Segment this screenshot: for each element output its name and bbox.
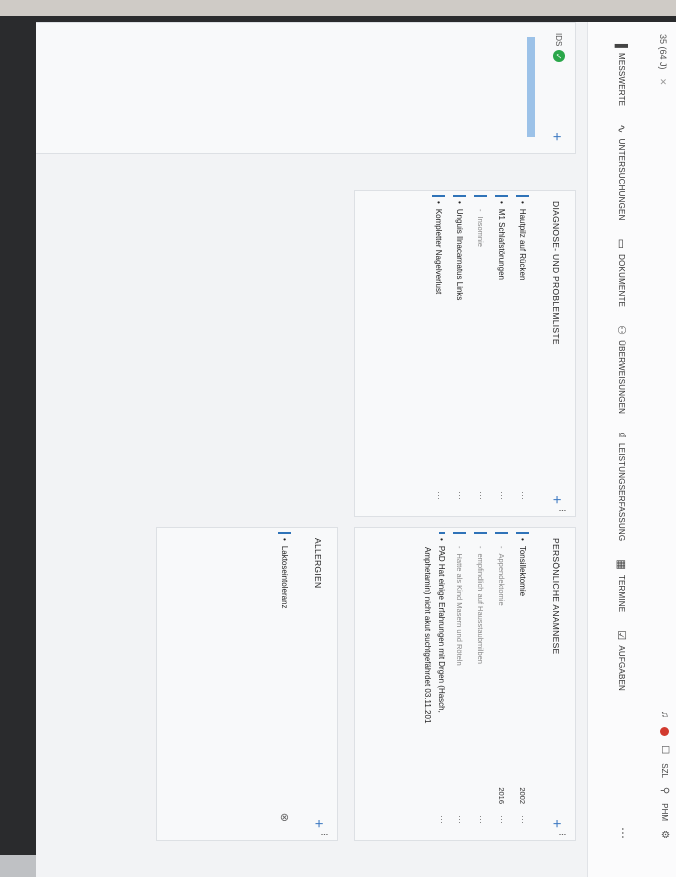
list-item[interactable]: - Insomnie ⋯ xyxy=(470,195,491,506)
settings-icon[interactable]: ⚙ xyxy=(659,830,670,839)
user-icon[interactable]: ⚲ xyxy=(659,787,670,794)
panel-title: PERSÖNLICHE ANAMNESE xyxy=(551,538,561,655)
referral-icon: ⚇ xyxy=(615,325,627,336)
row-menu-icon: ⋯ xyxy=(455,491,465,500)
chart-icon: ▐ xyxy=(615,40,628,48)
add-icon[interactable]: + xyxy=(548,819,565,828)
list-item[interactable]: • Unguis Ilnacarnatus Links ⋯ xyxy=(449,195,470,506)
monitor-screen: 35 (64 J) ✕ ♫ ☐ SZL ⚲ PHM ⚙ ▐ MESSWERTE … xyxy=(36,22,676,877)
list-item[interactable]: • Laktoseintoleranz ⊗ xyxy=(274,532,295,830)
nav-label: TERMINE xyxy=(617,574,626,613)
tasks-icon: ☑ xyxy=(615,630,627,641)
pulse-icon: ∿ xyxy=(615,124,627,134)
row-menu-icon: ⋯ xyxy=(437,815,448,824)
user-name: PHM xyxy=(660,803,669,822)
link-icon[interactable]: ⊗ xyxy=(278,813,291,822)
close-icon[interactable]: ✕ xyxy=(658,78,668,86)
row-menu-icon: ⋯ xyxy=(518,491,528,500)
row-menu-icon: ⋯ xyxy=(497,491,507,500)
patient-tab[interactable]: 35 (64 J) ✕ xyxy=(657,34,668,86)
list-item[interactable]: - empfindlich auf Hausstaubmilben ⋯ xyxy=(470,532,491,830)
nav-label: MESSWERTE xyxy=(617,53,626,107)
nav-label: UNTERSUCHUNGEN xyxy=(617,138,626,221)
calendar-icon: ▦ xyxy=(615,559,627,570)
diagnose-list: • Hautpilz auf Rücken ⋯ • M1 Schlafstörunge… xyxy=(428,195,533,506)
left-panel: IDS ✓ + xyxy=(36,22,576,154)
nav-label: AUFGABEN xyxy=(617,645,626,691)
menu-dots-icon[interactable]: ⁝ xyxy=(318,833,329,836)
row-menu-icon: ⋯ xyxy=(455,815,465,824)
check-icon: ✓ xyxy=(553,50,565,63)
background-wall xyxy=(0,0,676,16)
list-item[interactable]: • Kompletter Nagelverlust ⋯ xyxy=(428,195,449,506)
add-icon[interactable]: + xyxy=(310,819,327,828)
nav-label: DOKUMENTE xyxy=(617,254,626,308)
menu-dots-icon[interactable]: ⁝ xyxy=(556,833,567,836)
nav-messwerte[interactable]: ▐ MESSWERTE xyxy=(615,40,628,106)
document-icon: ▭ xyxy=(615,238,627,250)
panel-title: DIAGNOSE- UND PROBLEMLISTE xyxy=(551,201,561,345)
panel-title: ALLERGIEN xyxy=(313,538,323,589)
nav-termine[interactable]: ▦ TERMINE xyxy=(615,559,628,612)
row-menu-icon: ⋯ xyxy=(434,491,444,500)
top-right-icons: ♫ ☐ SZL ⚲ PHM ⚙ xyxy=(659,711,670,839)
nav-ueberweisungen[interactable]: ⚇ ÜBERWEISUNGEN xyxy=(615,325,628,414)
top-bar: 35 (64 J) ✕ ♫ ☐ SZL ⚲ PHM ⚙ ▐ MESSWERTE … xyxy=(587,22,676,877)
row-menu-icon: ⋯ xyxy=(476,491,486,500)
diagnose-panel: DIAGNOSE- UND PROBLEMLISTE + ⁝ • Hautpilz… xyxy=(354,190,576,517)
add-icon[interactable]: + xyxy=(548,132,565,141)
allergien-list: • Laktoseintoleranz ⊗ xyxy=(274,532,295,830)
progress-bar xyxy=(527,37,535,137)
ids-label: IDS xyxy=(554,33,564,47)
row-menu-icon: ⋯ xyxy=(476,815,486,824)
nav-label: LEISTUNGSERFASSUNG xyxy=(617,443,626,542)
row-menu-icon: ⋯ xyxy=(518,815,528,824)
add-icon[interactable]: + xyxy=(548,495,565,504)
menu-dots-icon[interactable]: ⁝ xyxy=(556,509,567,512)
list-item[interactable]: • M1 Schlafstörungen ⋯ xyxy=(491,195,512,506)
list-item[interactable]: • PAD Hat einige Erfahrungen mit Drgen (H… xyxy=(435,532,449,830)
list-item[interactable]: - Hatte als Kind Masern und Röteln ⋯ xyxy=(449,532,470,830)
allergien-panel: ALLERGIEN + ⁝ • Laktoseintoleranz ⊗ xyxy=(156,527,338,841)
message-icon[interactable]: ☐ xyxy=(659,745,670,754)
bell-icon[interactable]: ♫ xyxy=(659,711,670,719)
ids-badge[interactable]: IDS ✓ xyxy=(553,33,565,63)
alert-icon[interactable] xyxy=(660,727,669,737)
list-item-continued: Amphetamin) nicht akut suchtgefährdet 03… xyxy=(423,547,433,724)
nav-bar: ▐ MESSWERTE ∿ UNTERSUCHUNGEN ▭ DOKUMENTE… xyxy=(615,40,628,691)
more-icon[interactable]: ⋯ xyxy=(616,827,630,839)
nav-dokumente[interactable]: ▭ DOKUMENTE xyxy=(615,239,628,308)
patient-tab-label: 35 (64 J) xyxy=(658,34,668,70)
app-window: 35 (64 J) ✕ ♫ ☐ SZL ⚲ PHM ⚙ ▐ MESSWERTE … xyxy=(36,22,676,877)
nav-label: ÜBERWEISUNGEN xyxy=(617,340,626,415)
billing-icon: ₫ xyxy=(615,432,628,439)
nav-aufgaben[interactable]: ☑ AUFGABEN xyxy=(615,630,628,691)
list-item[interactable]: • Tonsillektomie 2002 ⋯ xyxy=(512,532,533,830)
nav-leistungserfassung[interactable]: ₫ LEISTUNGSERFASSUNG xyxy=(615,432,628,541)
list-item[interactable]: • Hautpilz auf Rücken ⋯ xyxy=(512,195,533,506)
list-item[interactable]: - Appendektomie 2016 ⋯ xyxy=(491,532,512,830)
anamnese-panel: PERSÖNLICHE ANAMNESE + ⁝ • Tonsillektomie… xyxy=(354,527,576,841)
user-initials: SZL xyxy=(660,763,669,778)
nav-untersuchungen[interactable]: ∿ UNTERSUCHUNGEN xyxy=(615,124,628,220)
row-menu-icon: ⋯ xyxy=(497,815,507,824)
anamnese-list: • Tonsillektomie 2002 ⋯ - Appendektomie 2016 ⋯… xyxy=(421,532,533,830)
